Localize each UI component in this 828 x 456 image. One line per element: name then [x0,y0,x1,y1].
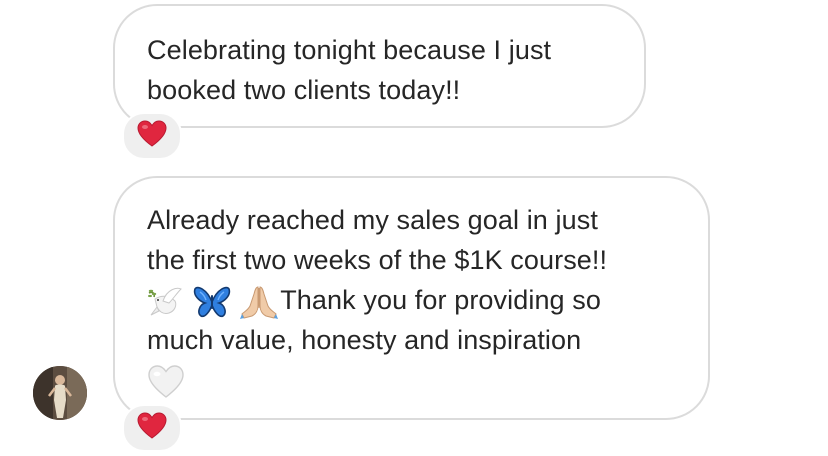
red-heart-icon [137,411,167,445]
message-bubble[interactable]: Celebrating tonight because I just booke… [113,4,646,128]
reaction-badge[interactable] [122,112,182,160]
reaction-badge[interactable] [122,404,182,452]
avatar[interactable] [33,366,87,420]
message-text-line: Already reached my sales goal in just [147,205,598,235]
message-text-line: much value, honesty and inspiration [147,325,582,355]
message-emoji-line: Thank you for providing so [147,280,676,320]
folded-hands-icon [240,284,279,320]
message-emoji-line [147,360,676,400]
message-text-line: Thank you for providing so [280,285,601,315]
message-text-line: the first two weeks of the $1K course!! [147,245,608,275]
red-heart-icon [137,119,167,153]
dove-icon [147,285,183,319]
white-heart-icon [147,365,185,399]
message-text-line: booked two clients today!! [147,75,461,105]
message-bubble[interactable]: Already reached my sales goal in just th… [113,176,710,420]
message-thread: Celebrating tonight because I just booke… [0,0,828,456]
butterfly-icon [193,285,231,319]
message-text-line: Celebrating tonight because I just [147,35,552,65]
